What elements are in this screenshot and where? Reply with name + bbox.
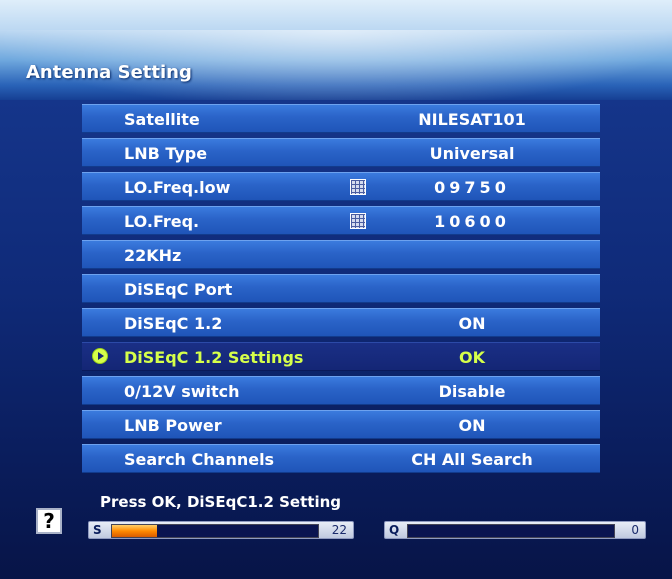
menu-label: DiSEqC Port — [124, 280, 233, 299]
menu-value: NILESAT101 — [418, 110, 526, 129]
menu-value: 10600 — [434, 212, 510, 231]
quality-track — [407, 524, 615, 538]
menu-row-search-channels[interactable]: Search Channels CH All Search — [82, 444, 600, 473]
menu-value: 09750 — [434, 178, 510, 197]
menu-row-22khz[interactable]: 22KHz — [82, 240, 600, 269]
signal-fill — [112, 525, 158, 537]
signal-strength-bar: S 22 — [88, 521, 354, 539]
menu-value: OK — [459, 348, 485, 367]
menu-value: CH All Search — [411, 450, 533, 469]
menu-label: LNB Power — [124, 416, 222, 435]
cursor-arrow-icon — [92, 348, 108, 364]
menu-row-diseqc-12[interactable]: DiSEqC 1.2 ON — [82, 308, 600, 337]
menu-label: Satellite — [124, 110, 200, 129]
menu-value: ON — [458, 416, 486, 435]
signal-track — [111, 524, 319, 538]
menu-label: LO.Freq. — [124, 212, 200, 231]
menu-row-lnb-type[interactable]: LNB Type Universal — [82, 138, 600, 167]
menu-label: DiSEqC 1.2 — [124, 314, 223, 333]
menu-value: Disable — [438, 382, 506, 401]
help-text: Press OK, DiSEqC1.2 Setting — [100, 493, 341, 511]
keypad-icon — [350, 213, 366, 229]
keypad-icon — [350, 179, 366, 195]
menu-row-diseqc-12-settings[interactable]: DiSEqC 1.2 Settings OK — [82, 342, 600, 371]
menu-row-lnb-power[interactable]: LNB Power ON — [82, 410, 600, 439]
menu-row-diseqc-port[interactable]: DiSEqC Port — [82, 274, 600, 303]
menu-label: LNB Type — [124, 144, 208, 163]
menu-label: Search Channels — [124, 450, 275, 469]
page-title: Antenna Setting — [26, 62, 192, 83]
quality-value: 0 — [631, 523, 639, 537]
settings-menu: Satellite NILESAT101 LNB Type Universal … — [82, 104, 600, 478]
signal-quality-bar: Q 0 — [384, 521, 646, 539]
header-band — [0, 0, 672, 110]
menu-label: 22KHz — [124, 246, 182, 265]
menu-label: DiSEqC 1.2 Settings — [124, 348, 304, 367]
menu-row-lo-freq-low[interactable]: LO.Freq.low 09750 — [82, 172, 600, 201]
quality-letter: Q — [389, 523, 400, 537]
help-icon: ? — [36, 508, 62, 534]
menu-row-0-12v-switch[interactable]: 0/12V switch Disable — [82, 376, 600, 405]
signal-value: 22 — [331, 523, 347, 537]
menu-row-satellite[interactable]: Satellite NILESAT101 — [82, 104, 600, 133]
menu-row-lo-freq[interactable]: LO.Freq. 10600 — [82, 206, 600, 235]
menu-label: 0/12V switch — [124, 382, 240, 401]
menu-value: Universal — [429, 144, 515, 163]
signal-letter: S — [93, 523, 102, 537]
menu-value: ON — [458, 314, 486, 333]
menu-label: LO.Freq.low — [124, 178, 231, 197]
